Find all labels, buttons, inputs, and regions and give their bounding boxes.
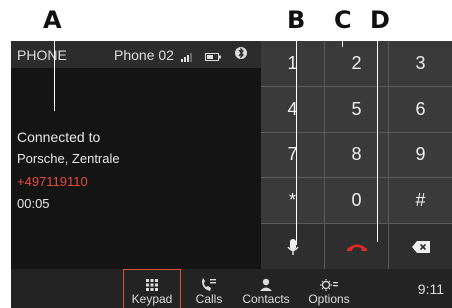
- keypad: 1 2 3 4 5 6 7 8 9 * 0 #: [261, 41, 452, 269]
- tab-contacts-label: Contacts: [242, 292, 290, 306]
- hang-up-button[interactable]: [325, 224, 388, 269]
- key-9[interactable]: 9: [389, 132, 452, 178]
- leader-line-b: [296, 39, 297, 245]
- backspace-button[interactable]: [389, 224, 452, 269]
- bottom-nav-bar: Keypad Calls Contacts Options 9:11: [11, 269, 452, 308]
- screen-title: PHONE: [17, 47, 67, 63]
- signal-icon: [181, 49, 193, 65]
- mute-microphone-button[interactable]: [261, 224, 324, 269]
- key-7[interactable]: 7: [261, 132, 324, 178]
- connected-label: Connected to: [17, 129, 101, 145]
- callout-c: C: [334, 6, 352, 34]
- tab-contacts[interactable]: Contacts: [233, 269, 299, 308]
- key-3[interactable]: 3: [389, 41, 452, 86]
- contact-name: Porsche, Zentrale: [17, 151, 120, 166]
- callout-b: B: [287, 6, 306, 34]
- key-8[interactable]: 8: [325, 132, 388, 178]
- keypad-icon: [146, 279, 158, 291]
- options-icon: [320, 279, 338, 291]
- key-hash[interactable]: #: [389, 178, 452, 224]
- phone-number: +497119110: [17, 174, 88, 189]
- tab-keypad-label: Keypad: [131, 292, 173, 306]
- call-duration: 00:05: [17, 196, 50, 211]
- phone-name: Phone 02: [114, 47, 174, 63]
- battery-icon: [205, 49, 221, 65]
- callout-a: A: [43, 6, 62, 34]
- backspace-icon: [411, 240, 430, 253]
- bluetooth-icon: [235, 45, 247, 64]
- calls-icon: [202, 278, 216, 291]
- leader-line-c: [342, 39, 343, 47]
- key-1[interactable]: 1: [261, 41, 324, 86]
- callout-d: D: [370, 6, 390, 34]
- key-6[interactable]: 6: [389, 86, 452, 132]
- key-4[interactable]: 4: [261, 86, 324, 132]
- key-star[interactable]: *: [261, 178, 324, 224]
- leader-line-a: [54, 39, 55, 111]
- status-bar: PHONE Phone 02: [11, 41, 261, 68]
- tab-options-label: Options: [308, 292, 350, 306]
- tab-keypad[interactable]: Keypad: [123, 269, 181, 308]
- clock: 9:11: [417, 281, 444, 297]
- leader-line-d: [377, 39, 378, 242]
- tab-options[interactable]: Options: [302, 269, 356, 308]
- hang-up-icon: [346, 244, 367, 251]
- contacts-icon: [260, 278, 272, 291]
- phone-screen: PHONE Phone 02 Connected to Porsche, Zen…: [11, 41, 452, 308]
- tab-calls[interactable]: Calls: [187, 269, 231, 308]
- tab-calls-label: Calls: [195, 292, 223, 306]
- key-2[interactable]: 2: [325, 41, 388, 86]
- key-0[interactable]: 0: [325, 178, 388, 224]
- key-5[interactable]: 5: [325, 86, 388, 132]
